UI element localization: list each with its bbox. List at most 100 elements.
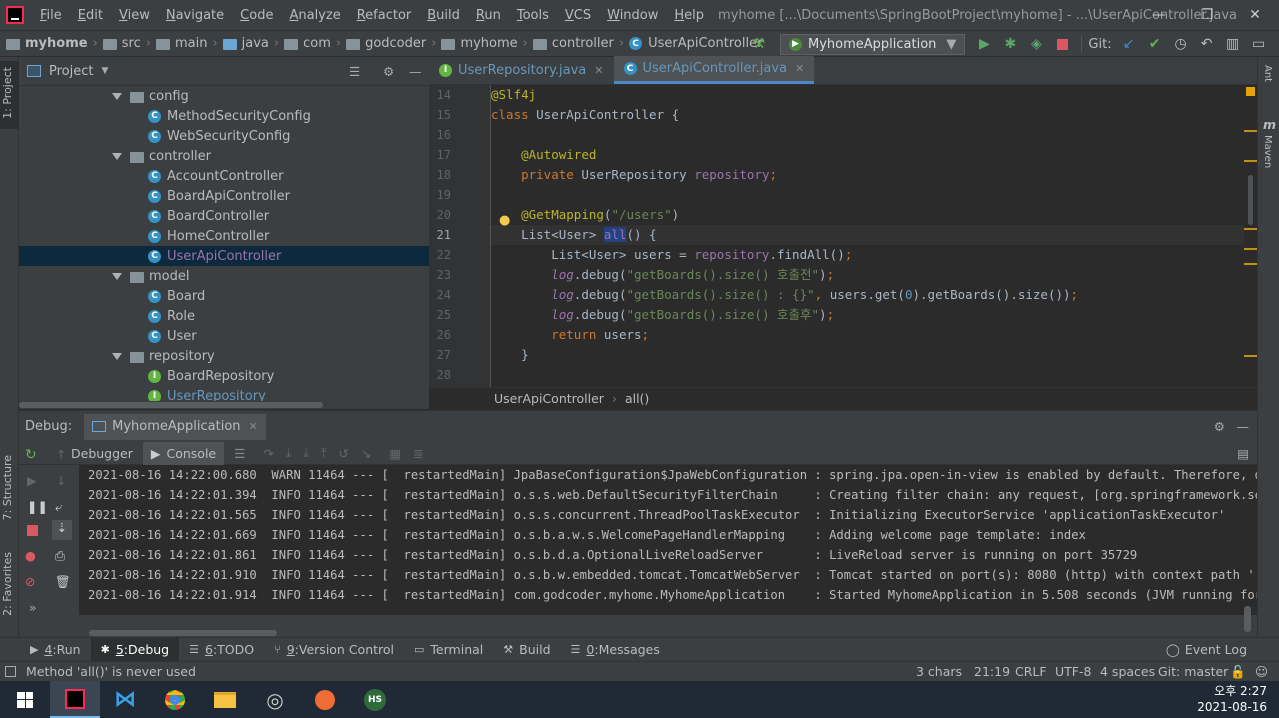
windows-start-icon[interactable] bbox=[0, 681, 50, 718]
git-update-icon[interactable]: ↙ bbox=[1116, 31, 1142, 57]
expand-arrow-icon[interactable] bbox=[112, 92, 122, 100]
close-tab-icon[interactable]: ✕ bbox=[249, 420, 258, 433]
menu-analyze[interactable]: Analyze bbox=[281, 8, 348, 23]
run-configuration-select[interactable]: ▶ MyhomeApplication ▼ bbox=[780, 33, 966, 55]
tool-tab-run[interactable]: ▶ 4: Run bbox=[20, 638, 91, 662]
indent-setting[interactable]: 4 spaces bbox=[1100, 664, 1155, 679]
menu-window[interactable]: Window bbox=[599, 8, 666, 23]
lightbulb-icon[interactable]: ● bbox=[499, 213, 510, 228]
hide-panel-icon[interactable]: — bbox=[1237, 419, 1250, 434]
menu-navigate[interactable]: Navigate bbox=[158, 8, 232, 23]
menu-refactor[interactable]: Refactor bbox=[349, 8, 420, 23]
collapse-all-icon[interactable]: ☰ bbox=[349, 64, 360, 79]
breadcrumb-item[interactable]: C UserApiController bbox=[629, 36, 762, 51]
tree-item[interactable]: I BoardRepository bbox=[19, 366, 429, 386]
tree-item[interactable]: C UserApiController bbox=[19, 246, 429, 266]
tree-item[interactable]: C MethodSecurityConfig bbox=[19, 106, 429, 126]
menu-help[interactable]: Help bbox=[666, 8, 712, 23]
force-step-into-icon[interactable]: ⤓ bbox=[303, 445, 309, 461]
warning-mark[interactable] bbox=[1244, 248, 1257, 250]
project-structure-icon[interactable]: ▥ bbox=[1220, 31, 1246, 57]
postman-taskbar-icon[interactable] bbox=[300, 681, 350, 718]
scroll-to-end-icon[interactable]: ⇣ bbox=[52, 520, 72, 540]
breadcrumb-item[interactable]: java bbox=[222, 36, 269, 51]
tool-tab-ant[interactable]: Ant bbox=[1262, 65, 1273, 82]
git-rollback-icon[interactable]: ↶ bbox=[1194, 31, 1220, 57]
file-explorer-taskbar-icon[interactable] bbox=[200, 681, 250, 718]
line-separator[interactable]: CRLF bbox=[1015, 664, 1047, 679]
tree-item[interactable]: C BoardController bbox=[19, 206, 429, 226]
code-view[interactable]: @Slf4j class UserApiController { @Autowi… bbox=[491, 85, 1247, 387]
tool-tab-todo[interactable]: ☰ 6: TODO bbox=[179, 638, 264, 662]
close-icon[interactable]: ✕ bbox=[1231, 0, 1279, 30]
stop-icon[interactable] bbox=[1049, 31, 1075, 57]
warning-mark[interactable] bbox=[1244, 130, 1257, 132]
restore-layout-icon[interactable]: ▤ bbox=[1237, 446, 1249, 461]
run-icon[interactable]: ▶ bbox=[971, 31, 997, 57]
tree-item[interactable]: I UserRepository bbox=[19, 386, 429, 401]
mute-breakpoints-icon[interactable]: ⊘ bbox=[25, 574, 35, 589]
code-breadcrumb-class[interactable]: UserApiController bbox=[494, 391, 604, 406]
more-icon[interactable]: » bbox=[29, 600, 37, 615]
hide-panel-icon[interactable]: — bbox=[409, 64, 422, 79]
layout-menu-icon[interactable]: ☰ bbox=[234, 446, 245, 461]
intellij-taskbar-icon[interactable] bbox=[50, 681, 100, 718]
breadcrumb-item[interactable]: com bbox=[284, 36, 331, 51]
minimize-icon[interactable]: — bbox=[1135, 0, 1183, 30]
event-log-button[interactable]: ◯ Event Log bbox=[1166, 642, 1247, 657]
lock-icon[interactable]: 🔓 bbox=[1230, 664, 1246, 680]
breadcrumb-item[interactable]: main bbox=[155, 36, 207, 51]
tool-tab-messages[interactable]: ☰ 0: Messages bbox=[561, 638, 670, 662]
tree-folder[interactable]: config bbox=[19, 86, 429, 106]
menu-edit[interactable]: Edit bbox=[70, 8, 111, 23]
git-commit-check-icon[interactable]: ✔ bbox=[1142, 31, 1168, 57]
breadcrumb-item[interactable]: myhome bbox=[6, 36, 88, 51]
run-anything-icon[interactable]: ▭ bbox=[1246, 31, 1272, 57]
console-vscrollbar[interactable] bbox=[1244, 606, 1251, 632]
horizontal-scrollbar[interactable] bbox=[19, 402, 323, 408]
scroll-up-icon[interactable]: ↑ bbox=[56, 447, 66, 462]
tree-item[interactable]: C User bbox=[19, 326, 429, 346]
expand-arrow-icon[interactable] bbox=[112, 352, 122, 360]
tree-item[interactable]: C AccountController bbox=[19, 166, 429, 186]
tree-folder[interactable]: controller bbox=[19, 146, 429, 166]
run-to-cursor-icon[interactable]: ↘ bbox=[361, 446, 371, 461]
stop-icon[interactable] bbox=[27, 525, 38, 536]
print-icon[interactable]: ⎙ bbox=[55, 548, 65, 564]
vscode-taskbar-icon[interactable]: ⋈ bbox=[100, 681, 150, 718]
debug-session-tab[interactable]: MyhomeApplication ✕ bbox=[84, 413, 266, 440]
tree-item[interactable]: C Role bbox=[19, 306, 429, 326]
tree-item[interactable]: C Board bbox=[19, 286, 429, 306]
search-icon[interactable]: ⌕ bbox=[1272, 31, 1279, 57]
expand-arrow-icon[interactable] bbox=[112, 152, 122, 160]
evaluate-icon[interactable]: ▦ bbox=[389, 446, 401, 461]
tool-tab-maven[interactable]: Maven bbox=[1262, 135, 1273, 168]
tree-item[interactable]: C WebSecurityConfig bbox=[19, 126, 429, 146]
drop-frame-icon[interactable]: ↺ bbox=[338, 446, 348, 461]
breadcrumb-item[interactable]: myhome bbox=[441, 36, 518, 51]
close-tab-icon[interactable]: ✕ bbox=[795, 62, 804, 75]
step-into-icon[interactable]: ⤓ bbox=[286, 445, 292, 461]
warning-mark[interactable] bbox=[1244, 228, 1257, 230]
menu-run[interactable]: Run bbox=[468, 8, 509, 23]
tree-folder[interactable]: model bbox=[19, 266, 429, 286]
warning-mark[interactable] bbox=[1244, 263, 1257, 265]
resume-icon[interactable]: ▶ bbox=[27, 473, 37, 488]
tool-tab-structure[interactable]: 7: Structure bbox=[1, 455, 14, 520]
git-history-clock-icon[interactable]: ◷ bbox=[1168, 31, 1194, 57]
expand-arrow-icon[interactable] bbox=[112, 272, 122, 280]
heidisql-taskbar-icon[interactable]: HS bbox=[350, 681, 400, 718]
app-taskbar-icon[interactable]: ◎ bbox=[250, 681, 300, 718]
menu-view[interactable]: View bbox=[111, 8, 158, 23]
breadcrumb-item[interactable]: controller bbox=[532, 36, 614, 51]
chevron-down-icon[interactable]: ▼ bbox=[101, 66, 108, 76]
tool-tab-favorites[interactable]: 2: Favorites bbox=[1, 552, 14, 616]
warning-mark[interactable] bbox=[1244, 355, 1257, 357]
gear-icon[interactable]: ⚙ bbox=[1214, 419, 1225, 434]
breadcrumb-item[interactable]: src bbox=[102, 36, 141, 51]
console-output[interactable]: 2021-08-16 14:22:00.680 WARN 11464 --- [… bbox=[79, 465, 1257, 615]
chrome-taskbar-icon[interactable] bbox=[150, 681, 200, 718]
soft-wrap-icon[interactable]: ⤶ bbox=[55, 499, 62, 515]
coverage-icon[interactable]: ◈ bbox=[1023, 31, 1049, 57]
menu-file[interactable]: File bbox=[32, 8, 70, 23]
